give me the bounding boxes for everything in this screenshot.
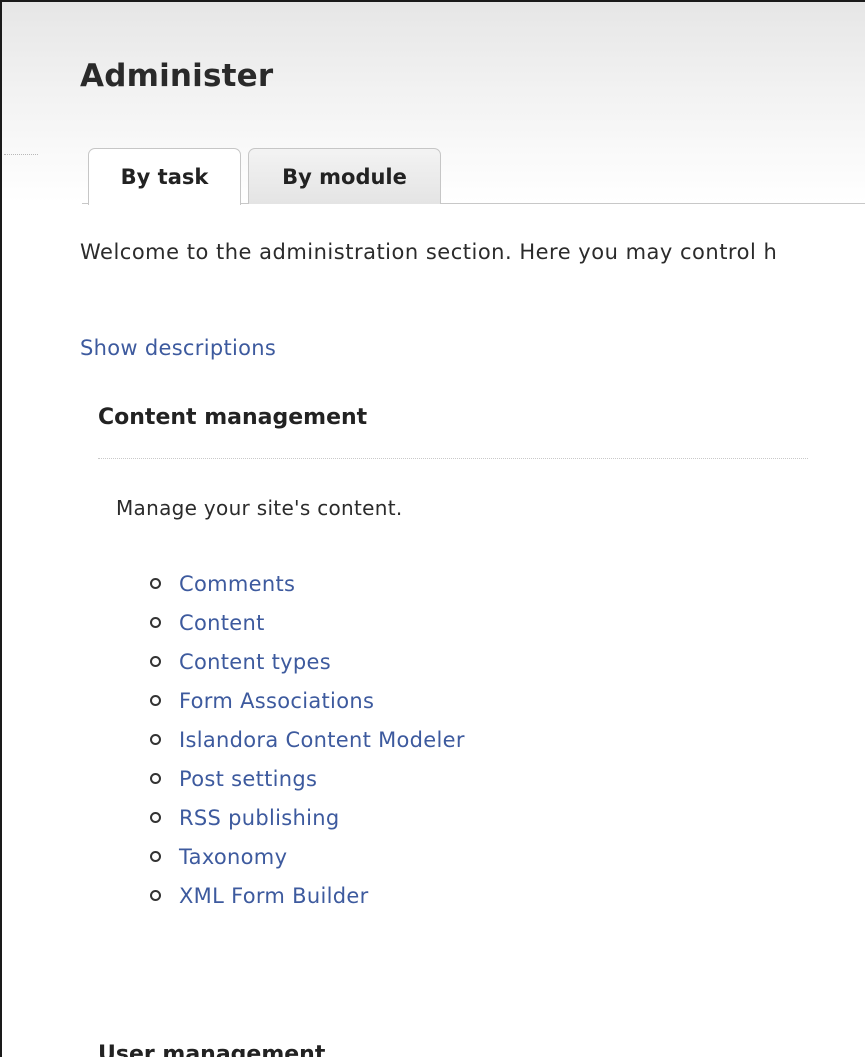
link-xml-form-builder[interactable]: XML Form Builder	[179, 884, 369, 908]
bullet-icon	[150, 773, 161, 784]
list-item: Islandora Content Modeler	[150, 720, 465, 759]
link-content[interactable]: Content	[179, 611, 265, 635]
page-title: Administer	[80, 58, 274, 94]
list-item: RSS publishing	[150, 798, 465, 837]
bullet-icon	[150, 734, 161, 745]
bullet-icon	[150, 890, 161, 901]
bullet-icon	[150, 578, 161, 589]
bullet-icon	[150, 812, 161, 823]
link-islandora-content-modeler[interactable]: Islandora Content Modeler	[179, 728, 465, 752]
bullet-icon	[150, 617, 161, 628]
bullet-icon	[150, 851, 161, 862]
section-divider	[98, 458, 808, 459]
intro-text: Welcome to the administration section. H…	[80, 240, 778, 264]
page-frame: Administer By task By module Welcome to …	[0, 0, 865, 1057]
link-taxonomy[interactable]: Taxonomy	[179, 845, 287, 869]
section-title-user-management: User management	[98, 1042, 326, 1057]
list-item: Content	[150, 603, 465, 642]
content-management-links: Comments Content Content types Form Asso…	[150, 564, 465, 915]
tab-by-task[interactable]: By task	[88, 148, 241, 205]
tab-by-task-label: By task	[120, 165, 209, 189]
show-descriptions-link[interactable]: Show descriptions	[80, 336, 276, 360]
list-item: Content types	[150, 642, 465, 681]
tab-by-module-label: By module	[282, 164, 407, 189]
tab-by-module[interactable]: By module	[248, 148, 441, 204]
link-post-settings[interactable]: Post settings	[179, 767, 317, 791]
link-comments[interactable]: Comments	[179, 572, 295, 596]
section-title-content-management: Content management	[98, 405, 368, 430]
list-item: Post settings	[150, 759, 465, 798]
link-rss-publishing[interactable]: RSS publishing	[179, 806, 340, 830]
link-form-associations[interactable]: Form Associations	[179, 689, 374, 713]
bullet-icon	[150, 695, 161, 706]
tab-bar: By task By module	[2, 148, 865, 206]
bullet-icon	[150, 656, 161, 667]
link-content-types[interactable]: Content types	[179, 650, 331, 674]
list-item: XML Form Builder	[150, 876, 465, 915]
section-description: Manage your site's content.	[116, 496, 403, 520]
list-item: Form Associations	[150, 681, 465, 720]
list-item: Taxonomy	[150, 837, 465, 876]
list-item: Comments	[150, 564, 465, 603]
